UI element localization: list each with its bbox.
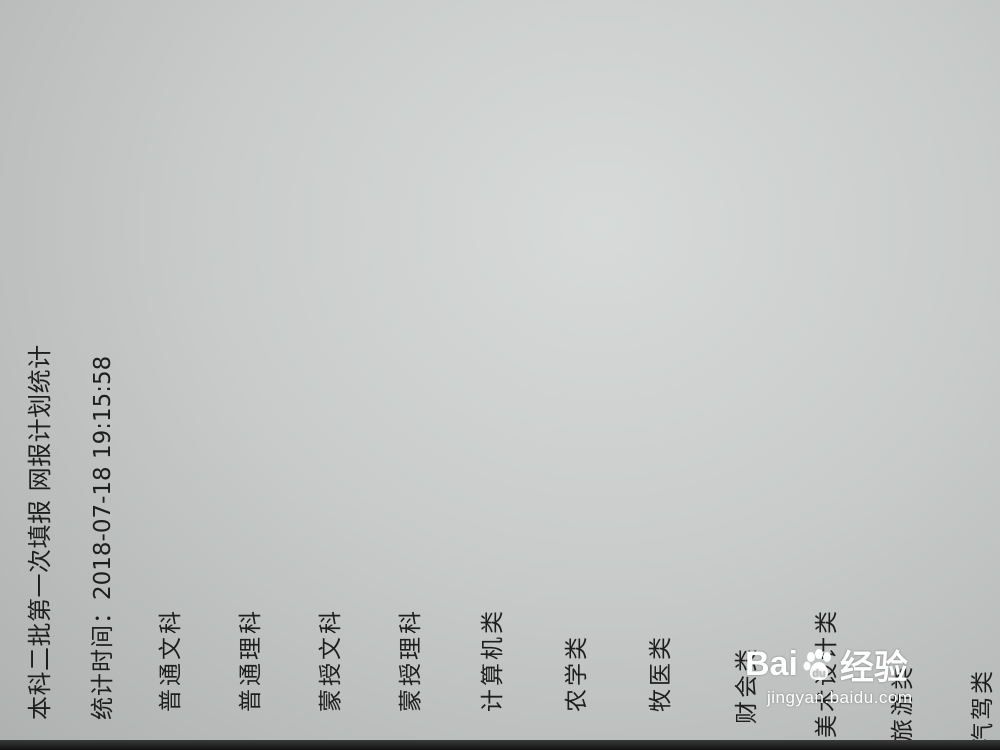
watermark-brand: Bai du 经验 [745, 640, 908, 689]
stat-time-row: 统计时间：2018-07-18 19:15:58 [90, 355, 116, 720]
stat-time-value: 2018-07-18 19:15:58 [90, 355, 116, 600]
stat-time-label: 统计时间： [90, 600, 116, 720]
monitor-bezel [0, 740, 1000, 750]
monitor-screen: 本科二批第一次填报 网报计划统计 统计时间：2018-07-18 19:15:5… [0, 0, 1000, 750]
category-item-mongolian-arts[interactable]: 蒙授文科 [318, 608, 344, 712]
category-item-mongolian-science[interactable]: 蒙授理科 [398, 608, 424, 712]
category-item-veterinary[interactable]: 牧医类 [648, 634, 674, 712]
baidu-jingyan-watermark: Bai du 经验 jingyan.baidu.com [745, 640, 985, 720]
category-item-agriculture[interactable]: 农学类 [564, 634, 590, 712]
category-item-computer[interactable]: 计算机类 [480, 608, 506, 712]
watermark-brand-left: Bai [745, 645, 798, 683]
category-item-regular-science[interactable]: 普通理科 [238, 608, 264, 712]
report-title: 本科二批第一次填报 网报计划统计 [26, 344, 54, 720]
svg-text:du: du [812, 668, 825, 680]
watermark-brand-right: 经验 [839, 649, 908, 687]
baidu-paw-icon: du [802, 648, 836, 682]
category-item-regular-arts[interactable]: 普通文科 [158, 608, 184, 712]
watermark-url: jingyan.baidu.com [767, 688, 913, 707]
